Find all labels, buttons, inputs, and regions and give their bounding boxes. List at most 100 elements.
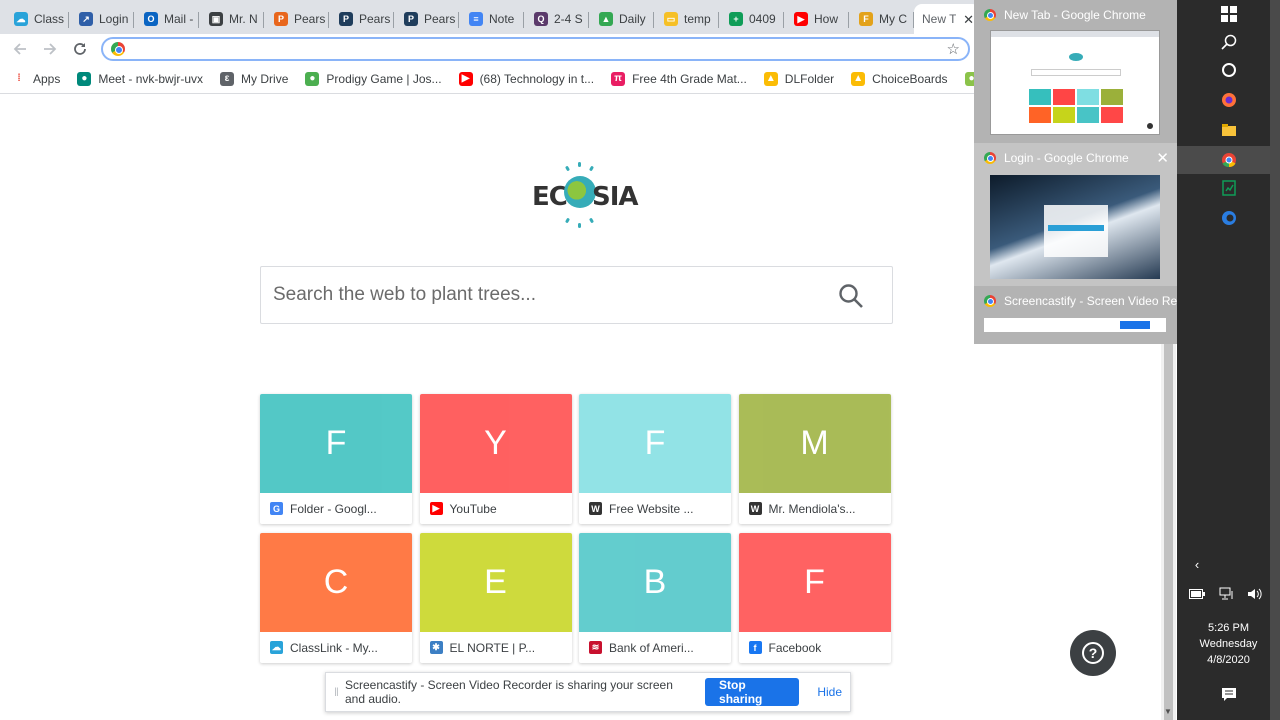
tile-label: Folder - Googl... <box>290 501 377 516</box>
bookmark-item[interactable]: π Free 4th Grade Mat... <box>611 71 747 86</box>
top-site-tile[interactable]: F W Free Website ... <box>579 394 731 524</box>
system-clock[interactable]: 5:26 PM Wednesday 4/8/2020 <box>1177 620 1280 668</box>
active-tab[interactable]: New T ✕ <box>914 4 980 34</box>
search-input[interactable] <box>273 279 833 311</box>
browser-tab[interactable]: ▣ Mr. N <box>199 4 264 34</box>
sheets-icon[interactable] <box>1217 176 1241 200</box>
thumbnail-preview <box>990 175 1160 279</box>
forward-button[interactable] <box>35 35 65 63</box>
top-site-tile[interactable]: Y ▶ YouTube <box>419 394 572 524</box>
browser-tab[interactable]: P Pears <box>264 4 329 34</box>
bookmark-label: ChoiceBoards <box>872 71 948 86</box>
thumbnail-login[interactable]: Login - Google Chrome ✕ <box>974 143 1177 286</box>
scrollbar-thumb[interactable] <box>1164 344 1173 720</box>
tab-label: Mr. N <box>229 12 258 26</box>
thumbnail-preview <box>984 318 1166 332</box>
tab-label: New T <box>922 12 957 26</box>
close-icon[interactable]: ✕ <box>1156 149 1169 167</box>
bookmark-favicon-icon: ▲ <box>763 71 778 86</box>
browser-tab[interactable]: ▭ temp <box>654 4 719 34</box>
bookmark-item[interactable]: ● Prodigy Game | Jos... <box>305 71 442 86</box>
tab-label: Login <box>99 12 129 26</box>
hide-button[interactable]: Hide <box>809 679 850 705</box>
browser-tab[interactable]: ▶ How <box>784 4 849 34</box>
thumbnail-screencastify[interactable]: Screencastify - Screen Video Re... <box>974 286 1187 344</box>
tile-label: Bank of Ameri... <box>609 640 694 655</box>
notifications-icon[interactable] <box>1217 682 1241 706</box>
top-site-tile[interactable]: E ✱ EL NORTE | P... <box>419 533 572 663</box>
browser-tab[interactable]: ▲ Daily <box>589 4 654 34</box>
windows-start-icon[interactable] <box>1217 2 1241 26</box>
tile-letter: Y <box>419 394 572 493</box>
reload-button[interactable] <box>65 35 95 63</box>
bookmark-item[interactable]: ε My Drive <box>220 71 288 86</box>
chrome-taskbar-icon[interactable] <box>1177 146 1280 174</box>
bookmark-item[interactable]: ● Meet - nvk-bwjr-uvx <box>77 71 203 86</box>
clock-day: Wednesday <box>1199 638 1258 650</box>
bookmark-favicon-icon: ε <box>220 71 235 86</box>
ecosia-logo[interactable]: EC SIA <box>530 160 639 230</box>
browser-tab[interactable]: F My C <box>849 4 914 34</box>
address-bar[interactable]: ☆ <box>101 37 970 61</box>
tile-label: EL NORTE | P... <box>449 640 536 655</box>
tab-favicon-icon: O <box>144 12 158 26</box>
bookmark-label: Free 4th Grade Mat... <box>632 71 747 86</box>
help-button[interactable]: ? <box>1070 630 1116 676</box>
tab-favicon-icon: Q <box>534 12 548 26</box>
chevron-left-icon[interactable]: ‹ <box>1185 552 1209 576</box>
windows-taskbar: ‹ 5:26 PM Wednesday 4/8/2020 <box>1177 0 1280 720</box>
thumbnail-new-tab[interactable]: New Tab - Google Chrome <box>974 0 1177 143</box>
close-tab-icon[interactable]: ✕ <box>963 12 974 28</box>
battery-icon[interactable] <box>1185 582 1209 606</box>
browser-tab[interactable]: ☁ Class <box>4 4 69 34</box>
tile-footer: W Mr. Mendiola's... <box>739 493 891 524</box>
bookmark-item[interactable]: ▶ (68) Technology in t... <box>458 71 594 86</box>
share-message: Screencastify - Screen Video Recorder is… <box>344 678 673 706</box>
tab-favicon-icon: ▲ <box>599 12 613 26</box>
bookmark-item[interactable]: ▲ ChoiceBoards <box>851 71 948 86</box>
top-site-tile[interactable]: M W Mr. Mendiola's... <box>738 394 891 524</box>
search-icon[interactable] <box>1217 30 1241 54</box>
top-sites-grid: F G Folder - Googl... Y ▶ YouTube F W Free Websi… <box>260 394 891 664</box>
tile-favicon-icon: W <box>589 502 602 515</box>
bookmark-favicon-icon: ● <box>305 71 320 86</box>
bookmark-item[interactable]: ▲ DLFolder <box>763 71 834 86</box>
drag-handle-icon[interactable]: ‖ <box>334 685 339 699</box>
stop-sharing-button[interactable]: Stop sharing <box>705 678 800 706</box>
browser-tab[interactable]: Q 2-4 S <box>524 4 589 34</box>
chrome-icon <box>984 152 996 164</box>
back-button[interactable] <box>5 35 35 63</box>
tab-favicon-icon: + <box>729 12 743 26</box>
network-icon[interactable] <box>1215 582 1239 606</box>
volume-icon[interactable] <box>1243 582 1267 606</box>
logo-text-left: EC <box>532 182 568 212</box>
tile-favicon-icon: ▶ <box>429 502 443 515</box>
bookmark-item[interactable]: ⁞ Apps <box>12 72 60 86</box>
google-icon <box>111 42 125 56</box>
reload-icon <box>74 43 86 55</box>
clock-time: 5:26 PM <box>1208 622 1249 634</box>
edge-icon[interactable] <box>1217 206 1241 230</box>
top-site-tile[interactable]: C ☁ ClassLink - My... <box>260 533 412 663</box>
browser-tab[interactable]: ≡ Note <box>459 4 524 34</box>
top-site-tile[interactable]: B ≋ Bank of Ameri... <box>579 533 731 663</box>
taskbar-thumbnail-popup: New Tab - Google Chrome Login - Google C… <box>974 0 1187 344</box>
tile-label: Facebook <box>768 640 822 655</box>
top-site-tile[interactable]: Ff Facebook <box>738 533 891 663</box>
search-icon[interactable] <box>838 283 864 309</box>
scroll-down-arrow-icon[interactable]: ▼ <box>1164 707 1172 716</box>
file-explorer-icon[interactable] <box>1217 118 1241 142</box>
bookmark-star-icon[interactable]: ☆ <box>947 40 960 58</box>
cortana-icon[interactable] <box>1217 58 1241 82</box>
screen-share-notification: ‖ Screencastify - Screen Video Recorder … <box>325 672 851 712</box>
browser-tab[interactable]: ↗ Login <box>69 4 134 34</box>
tab-label: Class <box>34 12 65 26</box>
browser-tab[interactable]: +0409 <box>719 4 784 34</box>
browser-tab[interactable]: P Pears <box>329 4 394 34</box>
browser-tab[interactable]: O Mail - <box>134 4 199 34</box>
chrome-icon <box>984 9 996 21</box>
browser-tab[interactable]: P Pears <box>394 4 459 34</box>
firefox-icon[interactable] <box>1217 88 1241 112</box>
thumbnail-title: Login - Google Chrome <box>1004 151 1129 165</box>
top-site-tile[interactable]: F G Folder - Googl... <box>260 394 412 524</box>
